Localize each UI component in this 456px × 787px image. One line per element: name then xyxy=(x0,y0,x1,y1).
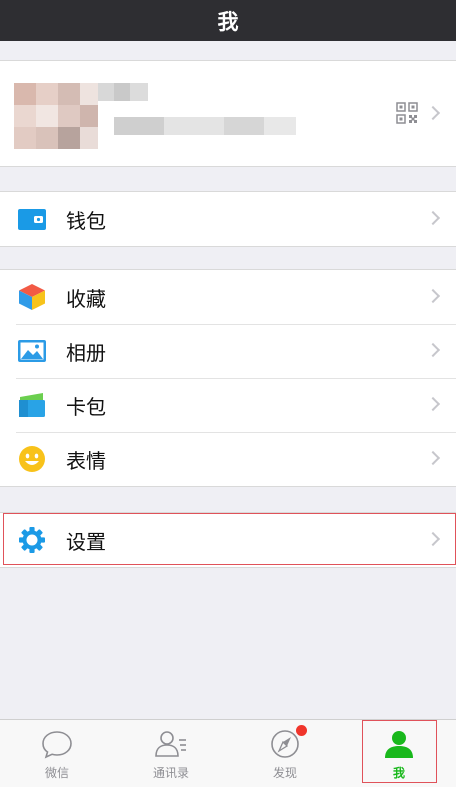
menu-item-cards[interactable]: 卡包 xyxy=(0,378,456,432)
menu-item-wallet[interactable]: 钱包 xyxy=(0,192,456,246)
tab-chats[interactable]: 微信 xyxy=(0,720,114,787)
menu-item-label: 设置 xyxy=(66,529,106,554)
profile-card[interactable] xyxy=(0,60,456,167)
menu-item-collections[interactable]: 收藏 xyxy=(0,270,456,324)
tab-me[interactable]: 我 xyxy=(342,720,456,787)
chat-bubble-icon xyxy=(42,731,72,759)
favorites-cube-icon xyxy=(19,284,45,310)
features-group: 收藏 相册 卡包 表情 xyxy=(0,269,456,487)
settings-group: 设置 xyxy=(0,512,456,568)
tab-bar: 微信 通讯录 发现 我 xyxy=(0,719,456,787)
chevron-right-icon xyxy=(425,450,441,466)
menu-item-label: 收藏 xyxy=(66,286,106,311)
chevron-right-icon xyxy=(425,105,441,121)
menu-item-label: 钱包 xyxy=(66,208,106,233)
chevron-right-icon xyxy=(425,288,441,304)
page-title: 我 xyxy=(217,9,239,34)
menu-item-album[interactable]: 相册 xyxy=(0,324,456,378)
compass-icon-wrap xyxy=(268,725,307,760)
wallet-icon xyxy=(18,209,46,230)
chevron-right-icon xyxy=(425,210,441,226)
tab-label: 通讯录 xyxy=(152,766,189,780)
tab-label: 发现 xyxy=(272,766,297,780)
notification-badge xyxy=(296,725,307,736)
menu-item-label: 卡包 xyxy=(66,394,106,419)
tab-label: 我 xyxy=(392,766,405,780)
tab-contacts[interactable]: 通讯录 xyxy=(114,720,228,787)
menu-item-stickers[interactable]: 表情 xyxy=(0,432,456,486)
navigation-bar: 我 xyxy=(0,0,456,41)
contacts-icon xyxy=(155,731,186,757)
chevron-right-icon xyxy=(425,531,441,547)
menu-item-settings[interactable]: 设置 xyxy=(0,513,456,567)
wallet-group: 钱包 xyxy=(0,191,456,247)
gear-icon xyxy=(19,527,45,553)
smiley-icon xyxy=(19,446,45,472)
chevron-right-icon xyxy=(425,396,441,412)
photo-album-icon xyxy=(18,340,46,362)
person-icon xyxy=(385,731,413,758)
tab-discover[interactable]: 发现 xyxy=(228,720,342,787)
menu-item-label: 表情 xyxy=(66,448,106,473)
qr-code-icon[interactable] xyxy=(396,102,418,124)
tab-label: 微信 xyxy=(44,766,69,780)
card-wallet-icon xyxy=(19,393,45,417)
menu-item-label: 相册 xyxy=(66,340,106,365)
chevron-right-icon xyxy=(425,342,441,358)
